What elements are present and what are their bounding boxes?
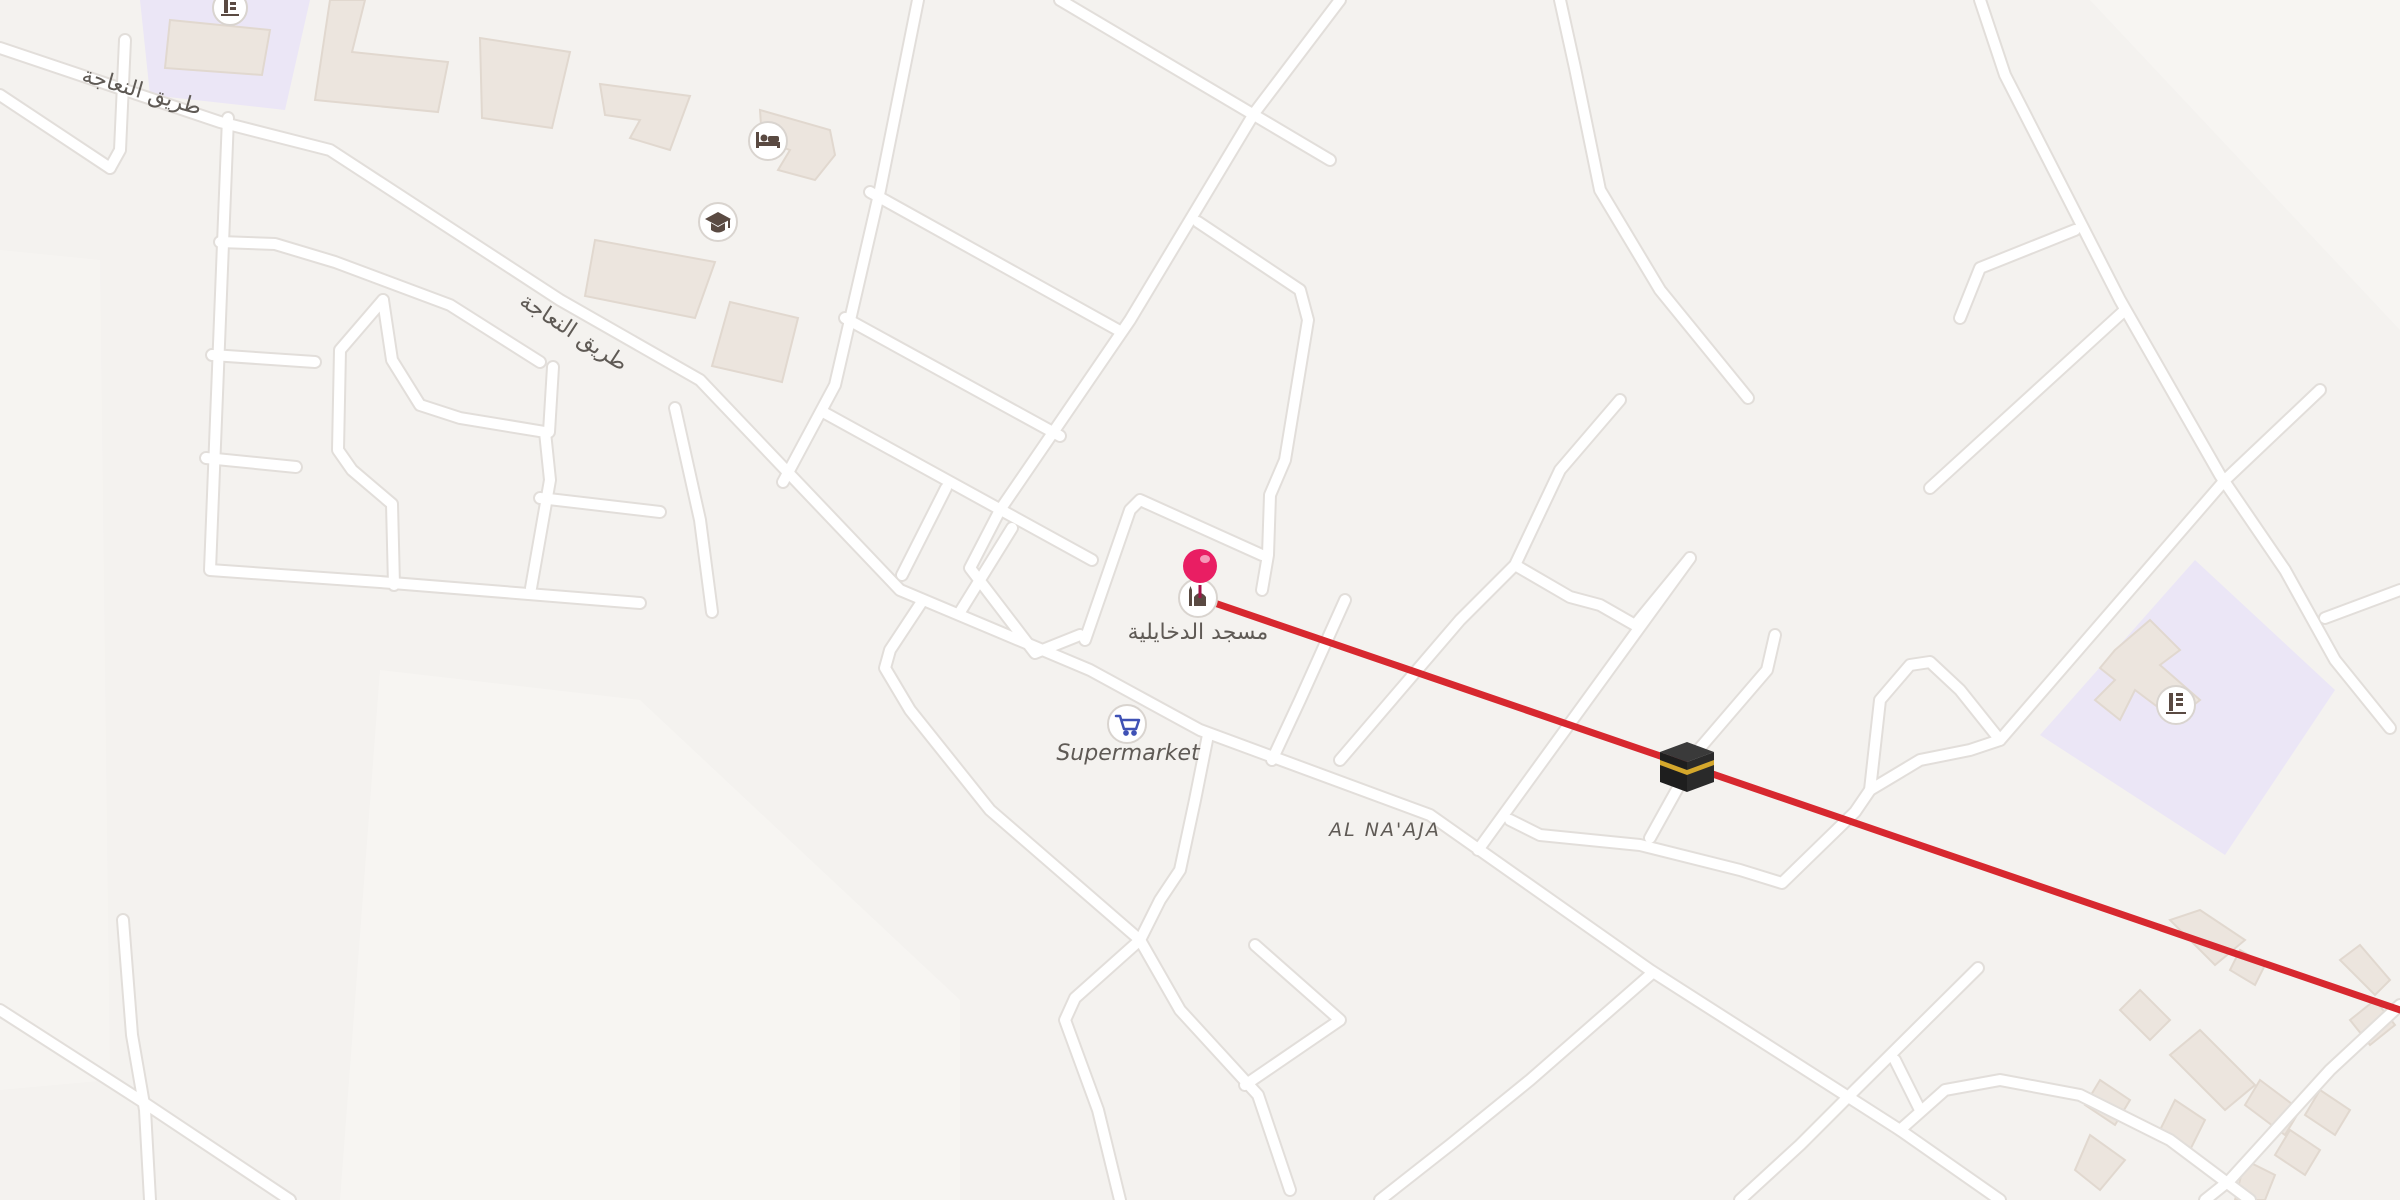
- district-label: AL NA'AJA: [1327, 819, 1441, 841]
- map-canvas[interactable]: طريق النعاجة طريق النعاجة AL NA'AJA مسجد…: [0, 0, 2400, 1200]
- supermarket-poi[interactable]: [1107, 704, 1147, 744]
- supermarket-label: Supermarket: [1056, 741, 1201, 766]
- university-poi[interactable]: [698, 202, 738, 242]
- kaaba-icon[interactable]: [1660, 742, 1714, 792]
- hotel-poi[interactable]: [748, 121, 788, 161]
- school-poi-top-left[interactable]: [212, 0, 248, 26]
- school-poi-right[interactable]: [2156, 685, 2196, 725]
- mosque-label: مسجد الدخايلية: [1128, 620, 1269, 645]
- mosque-poi[interactable]: [1178, 578, 1218, 618]
